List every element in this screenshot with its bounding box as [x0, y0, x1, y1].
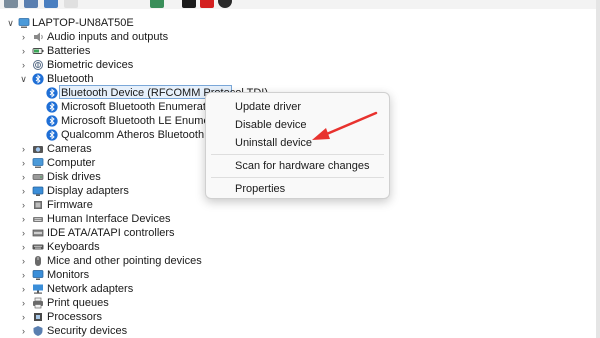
context-menu: Update driver Disable device Uninstall d… — [205, 92, 390, 199]
chevron-down-icon[interactable]: ∨ — [19, 72, 28, 86]
chevron-right-icon[interactable]: › — [19, 170, 28, 184]
menu-item-scan-hardware[interactable]: Scan for hardware changes — [206, 157, 389, 175]
toolbar-help-icon[interactable] — [24, 0, 38, 8]
hid-icon — [33, 217, 43, 222]
category-label: Processors — [47, 311, 103, 323]
security-device-icon — [33, 326, 43, 336]
menu-item-uninstall-device[interactable]: Uninstall device — [206, 134, 389, 152]
computer-name-label: LAPTOP-UN8AT50E — [32, 17, 134, 29]
monitor-icon — [32, 270, 44, 280]
toolbar-disable-icon[interactable] — [182, 0, 196, 8]
category-label: IDE ATA/ATAPI controllers — [47, 227, 175, 239]
category-label: Cameras — [47, 143, 92, 155]
printer-icon — [33, 297, 43, 309]
bluetooth-icon — [46, 87, 58, 99]
battery-icon — [32, 48, 44, 54]
chevron-right-icon[interactable]: › — [19, 156, 28, 170]
category-label: Batteries — [47, 45, 91, 57]
category-label: Network adapters — [47, 283, 134, 295]
chevron-right-icon[interactable]: › — [19, 226, 28, 240]
bluetooth-icon — [46, 115, 58, 127]
chevron-down-icon[interactable]: ∨ — [6, 16, 15, 30]
category-label: Bluetooth — [47, 73, 94, 85]
chevron-right-icon[interactable]: › — [19, 44, 28, 58]
scrollbar-edge[interactable] — [596, 0, 600, 338]
category-label: Keyboards — [47, 241, 100, 253]
firmware-icon — [34, 201, 42, 209]
chevron-right-icon[interactable]: › — [19, 142, 28, 156]
category-label: Display adapters — [47, 185, 129, 197]
chevron-right-icon[interactable]: › — [19, 240, 28, 254]
category-label: Security devices — [47, 325, 128, 337]
chevron-right-icon[interactable]: › — [19, 184, 28, 198]
category-label: Monitors — [47, 269, 90, 281]
chevron-right-icon[interactable]: › — [19, 198, 28, 212]
bluetooth-icon — [32, 73, 44, 85]
speaker-icon — [34, 32, 43, 42]
device-label: Microsoft Bluetooth Enumerator — [61, 101, 216, 113]
category-label: Print queues — [47, 297, 109, 309]
bluetooth-icon — [46, 101, 58, 113]
chevron-right-icon[interactable]: › — [19, 58, 28, 72]
computer-icon — [18, 18, 30, 28]
category-label: Disk drives — [47, 171, 101, 183]
processor-icon — [34, 313, 42, 321]
menu-item-disable-device[interactable]: Disable device — [206, 116, 389, 134]
category-label: Firmware — [47, 199, 93, 211]
device-label: Qualcomm Atheros Bluetooth — [61, 129, 205, 141]
category-label: Biometric devices — [47, 59, 134, 71]
keyboard-icon — [32, 244, 44, 250]
disk-drive-icon — [32, 174, 44, 180]
network-adapter-icon — [33, 284, 43, 294]
toolbar-properties-icon[interactable] — [4, 0, 18, 8]
computer-icon — [32, 158, 44, 168]
category-label: Mice and other pointing devices — [47, 255, 202, 267]
chevron-right-icon[interactable]: › — [19, 30, 28, 44]
toolbar-device-icon[interactable] — [44, 0, 58, 8]
menu-separator — [211, 177, 384, 178]
fingerprint-icon — [33, 60, 43, 70]
chevron-right-icon[interactable]: › — [19, 324, 28, 338]
chevron-right-icon[interactable]: › — [19, 310, 28, 324]
display-adapter-icon — [32, 186, 44, 196]
chevron-right-icon[interactable]: › — [19, 212, 28, 226]
category-label: Computer — [47, 157, 96, 169]
chevron-right-icon[interactable]: › — [19, 254, 28, 268]
toolbar-uninstall-icon[interactable] — [200, 0, 214, 8]
camera-icon — [33, 146, 43, 153]
mouse-icon — [35, 256, 41, 266]
menu-item-properties[interactable]: Properties — [206, 180, 389, 198]
toolbar — [0, 0, 600, 9]
toolbar-scan-icon[interactable] — [150, 0, 164, 8]
chevron-right-icon[interactable]: › — [19, 282, 28, 296]
toolbar-scan-hardware-icon[interactable] — [218, 0, 232, 8]
category-label: Human Interface Devices — [47, 213, 171, 225]
category-label: Audio inputs and outputs — [47, 31, 169, 43]
ide-controller-icon — [32, 229, 44, 237]
menu-separator — [211, 154, 384, 155]
chevron-right-icon[interactable]: › — [19, 268, 28, 282]
menu-item-update-driver[interactable]: Update driver — [206, 98, 389, 116]
chevron-right-icon[interactable]: › — [19, 296, 28, 310]
toolbar-update-driver-icon[interactable] — [64, 0, 78, 8]
bluetooth-icon — [46, 129, 58, 141]
